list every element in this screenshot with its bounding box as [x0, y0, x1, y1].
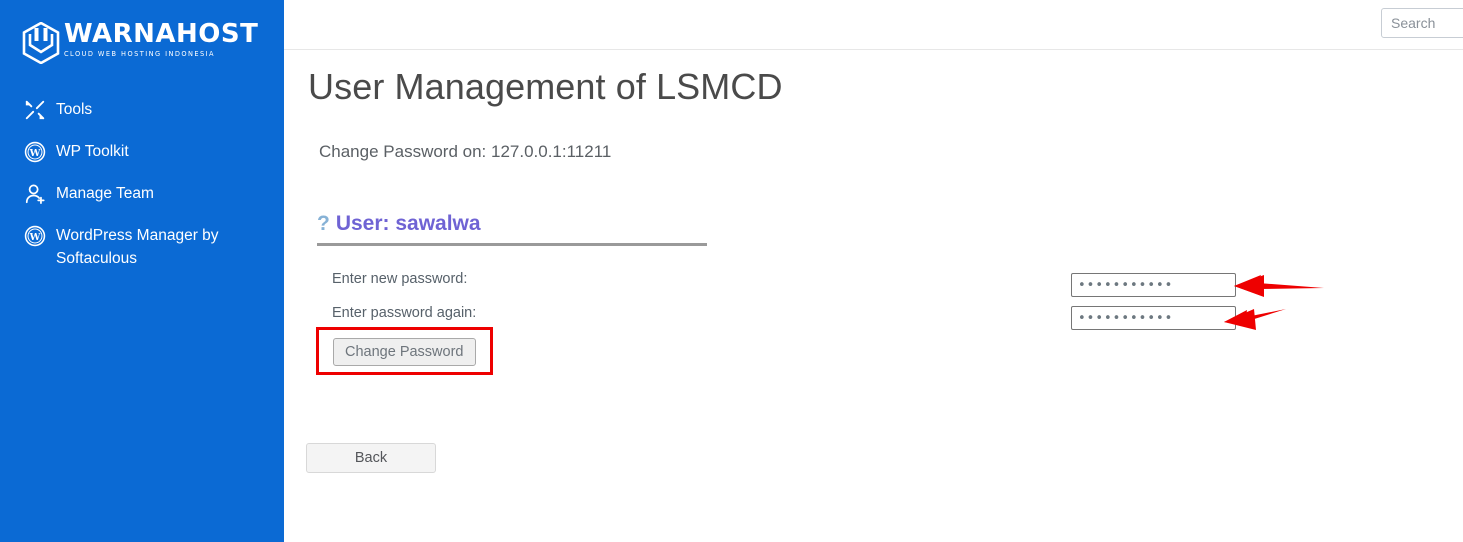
sidebar-item-wp-toolkit[interactable]: W WP Toolkit	[0, 140, 284, 164]
sidebar-item-label: WP Toolkit	[56, 143, 129, 160]
sidebar: WARNAHOST CLOUD WEB HOSTING INDONESIA To…	[0, 0, 284, 542]
logo-tagline: CLOUD WEB HOSTING INDONESIA	[64, 50, 216, 58]
wordpress-icon: W	[22, 140, 48, 164]
tools-wrench-screwdriver-icon	[22, 98, 48, 122]
form-labels: Enter new password: Enter password again…	[332, 271, 476, 339]
change-password-button[interactable]: Change Password	[333, 338, 476, 366]
sidebar-item-wordpress-manager[interactable]: W WordPress Manager by Softaculous	[0, 224, 284, 270]
again-password-input[interactable]	[1071, 306, 1236, 330]
new-password-input[interactable]	[1071, 273, 1236, 297]
page-subtitle: Change Password on: 127.0.0.1:11211	[319, 142, 612, 161]
new-password-label: Enter new password:	[332, 271, 468, 287]
warnahost-hexagon-logo-icon	[22, 21, 60, 69]
user-heading-label: User: sawalwa	[335, 212, 481, 235]
sidebar-item-manage-team[interactable]: Manage Team	[0, 182, 284, 206]
sidebar-item-label: WordPress Manager by Softaculous	[56, 227, 219, 267]
sidebar-item-label: Tools	[56, 101, 93, 118]
search-input[interactable]	[1381, 8, 1463, 38]
wordpress-icon: W	[22, 224, 48, 248]
main-content: User Management of LSMCD Change Password…	[284, 51, 1463, 542]
user-add-icon	[22, 182, 48, 206]
sidebar-item-label: Manage Team	[56, 185, 154, 202]
user-section-heading: ? User: sawalwa	[317, 212, 707, 246]
logo-name: WARNAHOST	[64, 19, 259, 49]
page-title: User Management of LSMCD	[308, 66, 783, 107]
sidebar-nav: Tools W WP Toolkit Manage Team W WordPre…	[0, 98, 284, 288]
back-button[interactable]: Back	[306, 443, 436, 473]
brand-logo[interactable]: WARNAHOST CLOUD WEB HOSTING INDONESIA	[22, 21, 258, 69]
top-header	[284, 0, 1463, 50]
again-password-label: Enter password again:	[332, 305, 477, 321]
sidebar-item-tools[interactable]: Tools	[0, 98, 284, 122]
help-question-icon[interactable]: ?	[317, 212, 330, 235]
svg-text:W: W	[29, 148, 41, 159]
svg-text:W: W	[29, 232, 41, 243]
